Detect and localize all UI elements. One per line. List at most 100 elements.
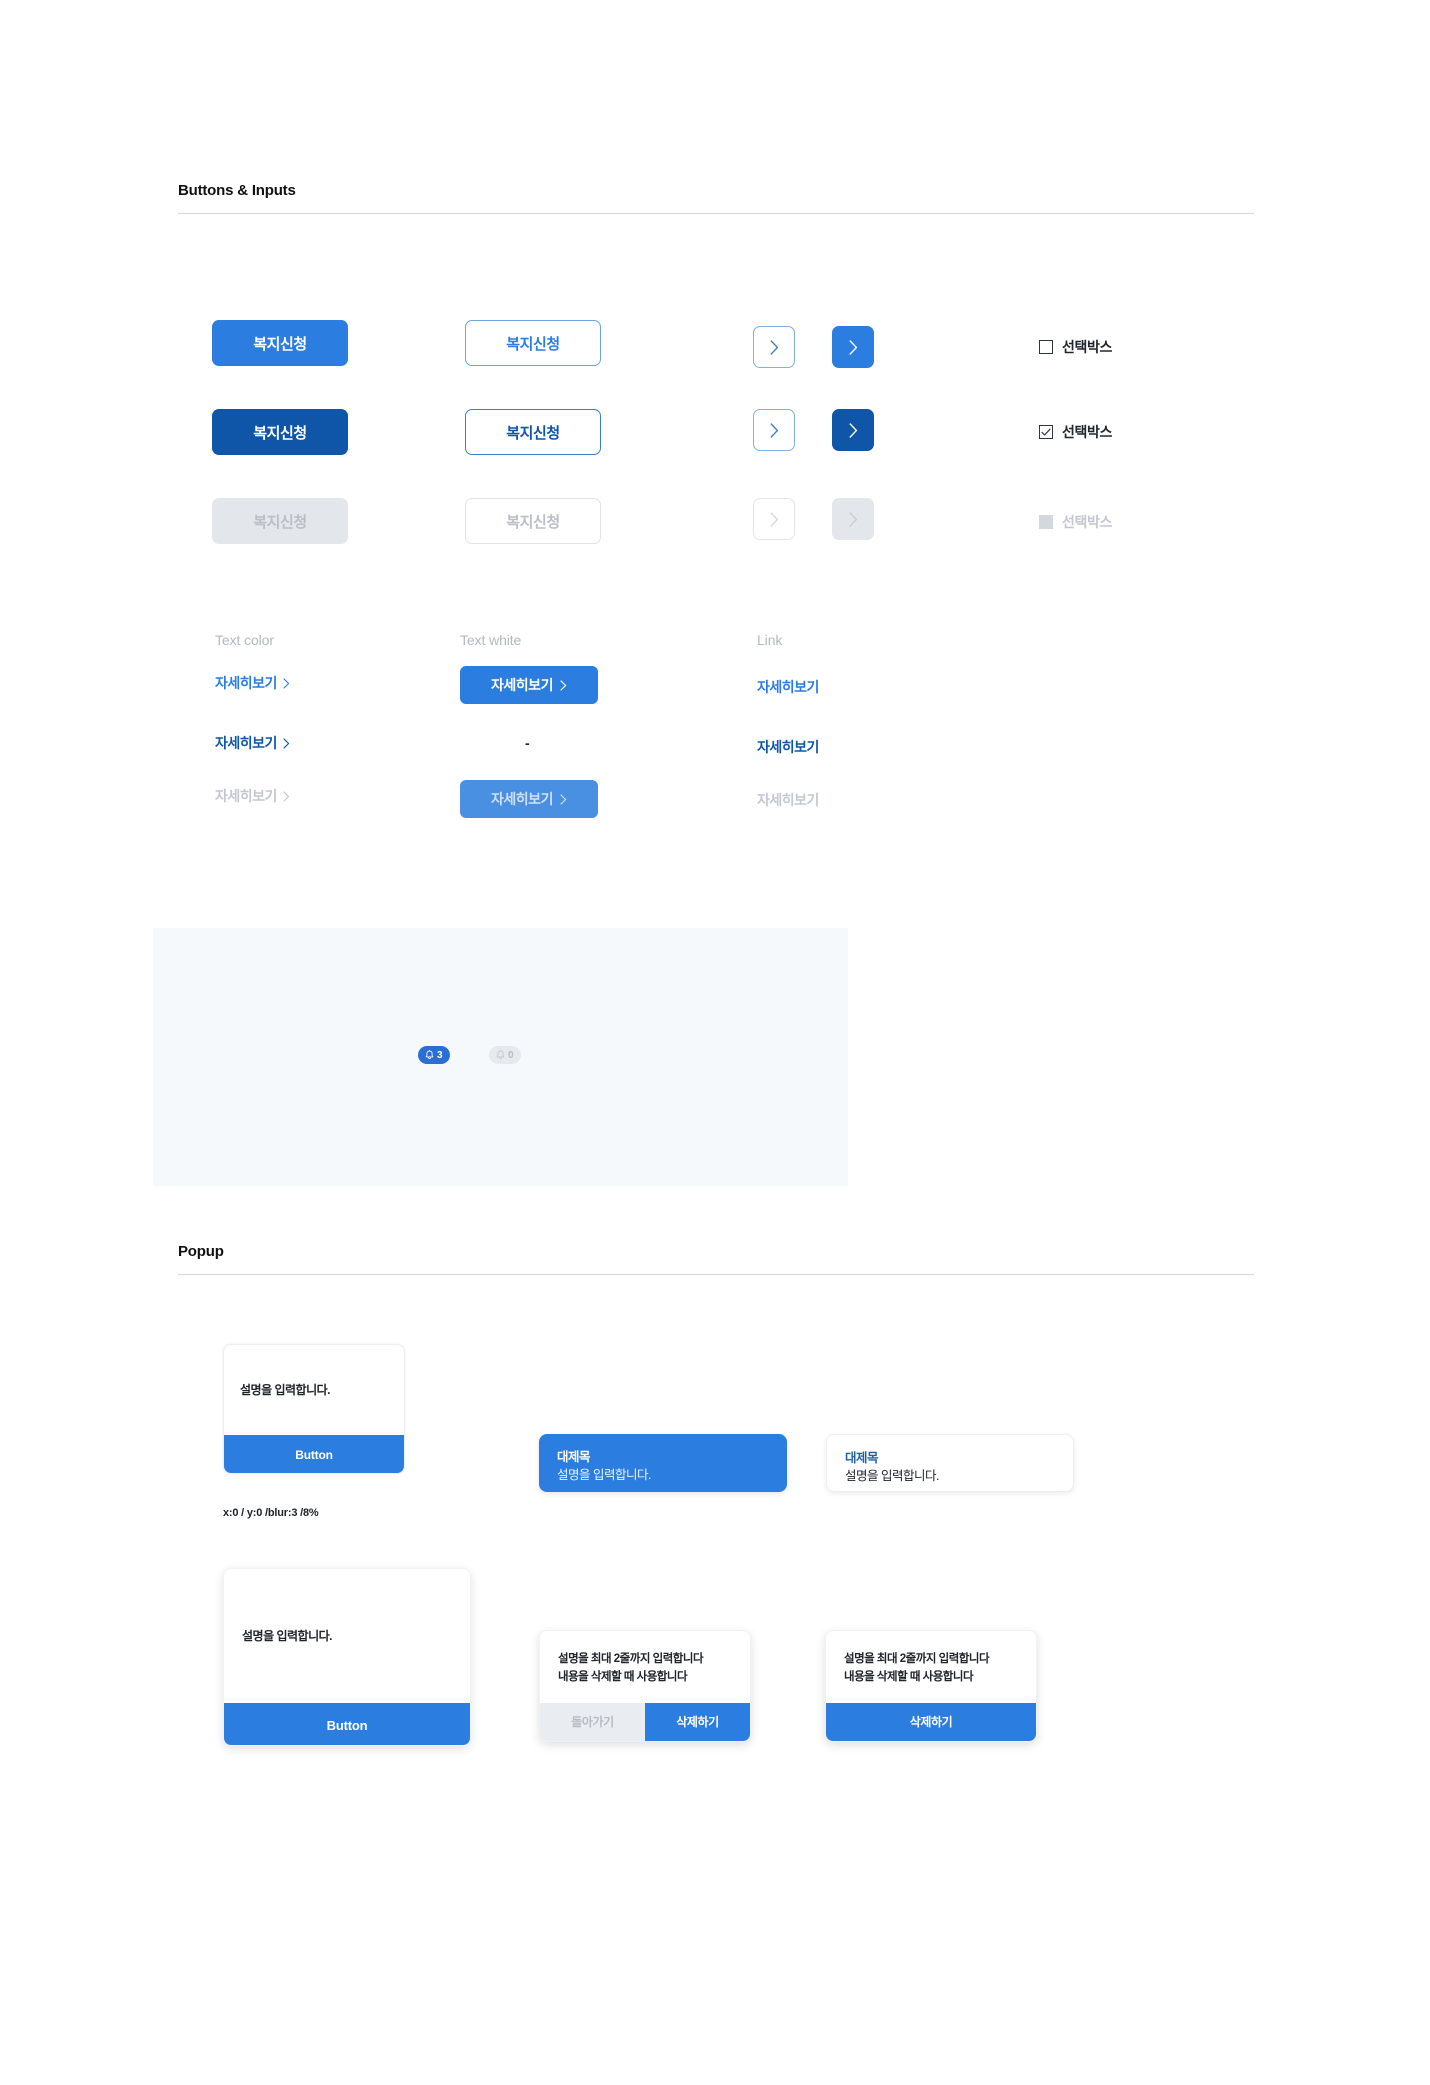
popup-confirm-two-actions-bar: 돌아가기 삭제하기 bbox=[540, 1702, 750, 1741]
badge-active-wrap: 3 bbox=[418, 1046, 450, 1065]
text-link-hover[interactable]: 자세히보기 bbox=[215, 733, 290, 753]
badge-notification-active[interactable]: 3 bbox=[418, 1046, 450, 1064]
checkbox-unchecked-wrap: 선택박스 bbox=[1039, 337, 1112, 357]
link-default-wrap: 자세히보기 bbox=[757, 677, 819, 697]
filled-button-hover-wrap: 복지신청 bbox=[212, 409, 348, 455]
link-disabled: 자세히보기 bbox=[757, 792, 819, 808]
popup-confirm-line-1: 설명을 최대 2줄까지 입력합니다 bbox=[558, 1653, 704, 1665]
text-color-heading-wrap: Text color bbox=[215, 632, 274, 648]
badge-count: 0 bbox=[508, 1049, 514, 1061]
button-outline-disabled: 복지신청 bbox=[465, 498, 601, 544]
chevron-right-icon bbox=[283, 790, 290, 802]
text-link-disabled: 자세히보기 bbox=[215, 786, 290, 806]
popup-description: 설명을 입력합니다. bbox=[242, 1629, 333, 1643]
link-disabled-wrap: 자세히보기 bbox=[757, 790, 819, 810]
popup-description: 설명을 입력합니다. bbox=[240, 1383, 331, 1397]
text-color-hover-wrap: 자세히보기 bbox=[215, 733, 290, 753]
popup-tip-white-description: 설명을 입력합니다. bbox=[845, 1469, 939, 1484]
checkbox-row-unchecked[interactable]: 선택박스 bbox=[1039, 337, 1112, 357]
arrow-solid-default-wrap bbox=[832, 326, 874, 368]
popup-cancel-button[interactable]: 돌아가기 bbox=[540, 1702, 645, 1741]
popup-confirm-single-action: 설명을 최대 2줄까지 입력합니다 내용을 삭제할 때 사용합니다 삭제하기 bbox=[825, 1630, 1037, 1742]
popup-simple-large-button[interactable]: Button bbox=[224, 1703, 470, 1745]
outline-button-default-wrap: 복지신청 bbox=[465, 320, 601, 366]
checkbox-label: 선택박스 bbox=[1062, 339, 1112, 355]
text-link-label: 자세히보기 bbox=[215, 735, 277, 751]
link-default[interactable]: 자세히보기 bbox=[757, 677, 819, 697]
arrow-outline-hover-wrap bbox=[753, 409, 795, 451]
badge-count: 3 bbox=[437, 1049, 443, 1061]
chevron-right-icon bbox=[849, 422, 857, 438]
popup-confirm-line-2: 내용을 삭제할 때 사용합니다 bbox=[558, 1670, 688, 1683]
arrow-button-solid-default[interactable] bbox=[832, 326, 874, 368]
popup-delete-button[interactable]: 삭제하기 bbox=[826, 1702, 1036, 1741]
checkbox-disabled-wrap: 선택박스 bbox=[1039, 512, 1112, 532]
arrow-button-solid-hover[interactable] bbox=[832, 409, 874, 451]
text-white-button-default[interactable]: 자세히보기 bbox=[460, 666, 598, 704]
section-title-buttons-inputs: Buttons & Inputs bbox=[178, 182, 296, 199]
arrow-solid-hover-wrap bbox=[832, 409, 874, 451]
checkbox-checked-icon[interactable] bbox=[1039, 425, 1053, 439]
popup-tip-blue-description: 설명을 입력합니다. bbox=[557, 1468, 651, 1483]
section-divider bbox=[178, 1274, 1254, 1275]
text-white-button-label: 자세히보기 bbox=[491, 791, 553, 807]
popup-simple-small-button[interactable]: Button bbox=[224, 1435, 404, 1473]
chevron-right-icon bbox=[560, 793, 567, 805]
section-divider bbox=[178, 213, 1254, 214]
badge-notification-inactive: 0 bbox=[489, 1046, 521, 1064]
popup-shadow-caption: x:0 / y:0 /blur:3 /8% bbox=[223, 1507, 319, 1519]
text-white-none-wrap: - bbox=[525, 735, 530, 751]
filled-button-column: 복지신청 bbox=[212, 320, 348, 366]
popup-tip-blue: 대제목 설명을 입력합니다. bbox=[539, 1434, 787, 1492]
checkbox-row-disabled: 선택박스 bbox=[1039, 512, 1112, 532]
popup-confirm-single-text: 설명을 최대 2줄까지 입력합니다 내용을 삭제할 때 사용합니다 bbox=[826, 1631, 1036, 1703]
popup-simple-small-body: 설명을 입력합니다. bbox=[224, 1345, 404, 1435]
arrow-outline-default-wrap bbox=[753, 326, 795, 368]
checkbox-checked-wrap: 선택박스 bbox=[1039, 422, 1112, 442]
button-outline-default[interactable]: 복지신청 bbox=[465, 320, 601, 366]
button-primary-disabled: 복지신청 bbox=[212, 498, 348, 544]
arrow-button-outline-hover[interactable] bbox=[753, 409, 795, 451]
checkbox-row-checked[interactable]: 선택박스 bbox=[1039, 422, 1112, 442]
bell-icon bbox=[425, 1050, 434, 1060]
popup-delete-button[interactable]: 삭제하기 bbox=[645, 1702, 750, 1741]
text-white-placeholder-dash: - bbox=[525, 735, 530, 751]
section-popup: Popup bbox=[178, 1243, 1254, 1275]
text-color-heading: Text color bbox=[215, 632, 274, 648]
checkbox-label: 선택박스 bbox=[1062, 424, 1112, 440]
popup-confirm-single-actions-bar: 삭제하기 bbox=[826, 1702, 1036, 1741]
link-hover[interactable]: 자세히보기 bbox=[757, 737, 819, 757]
text-white-button-label: 자세히보기 bbox=[491, 677, 553, 693]
text-link-default[interactable]: 자세히보기 bbox=[215, 673, 290, 693]
chevron-right-icon bbox=[770, 511, 778, 527]
button-primary-hover[interactable]: 복지신청 bbox=[212, 409, 348, 455]
popup-confirm-line-1: 설명을 최대 2줄까지 입력합니다 bbox=[844, 1653, 990, 1665]
button-outline-hover[interactable]: 복지신청 bbox=[465, 409, 601, 455]
arrow-button-outline-disabled bbox=[753, 498, 795, 540]
text-color-disabled-wrap: 자세히보기 bbox=[215, 786, 290, 806]
popup-tip-blue-title: 대제목 bbox=[557, 1450, 591, 1464]
arrow-button-outline-default[interactable] bbox=[753, 326, 795, 368]
chevron-right-icon bbox=[849, 511, 857, 527]
text-white-heading-wrap: Text white bbox=[460, 632, 521, 648]
text-link-label: 자세히보기 bbox=[215, 788, 277, 804]
text-color-default-wrap: 자세히보기 bbox=[215, 673, 290, 693]
checkbox-disabled-icon bbox=[1039, 515, 1053, 529]
chevron-right-icon bbox=[283, 737, 290, 749]
link-heading: Link bbox=[757, 632, 783, 648]
checkbox-unchecked-icon[interactable] bbox=[1039, 340, 1053, 354]
outline-button-hover-wrap: 복지신청 bbox=[465, 409, 601, 455]
badge-inactive-wrap: 0 bbox=[489, 1046, 521, 1065]
popup-simple-large: 설명을 입력합니다. Button bbox=[223, 1568, 471, 1746]
design-system-page: Buttons & Inputs 복지신청 복지신청 복지신청 복지신청 복지신… bbox=[0, 0, 1430, 2085]
arrow-solid-disabled-wrap bbox=[832, 498, 874, 540]
chevron-right-icon bbox=[849, 339, 857, 355]
button-primary-default[interactable]: 복지신청 bbox=[212, 320, 348, 366]
outline-button-disabled-wrap: 복지신청 bbox=[465, 498, 601, 544]
popup-confirm-line-2: 내용을 삭제할 때 사용합니다 bbox=[844, 1670, 974, 1683]
popup-simple-large-body: 설명을 입력합니다. bbox=[224, 1569, 470, 1703]
chevron-right-icon bbox=[770, 339, 778, 355]
text-white-heading: Text white bbox=[460, 632, 522, 648]
text-link-label: 자세히보기 bbox=[215, 675, 277, 691]
arrow-button-solid-disabled bbox=[832, 498, 874, 540]
